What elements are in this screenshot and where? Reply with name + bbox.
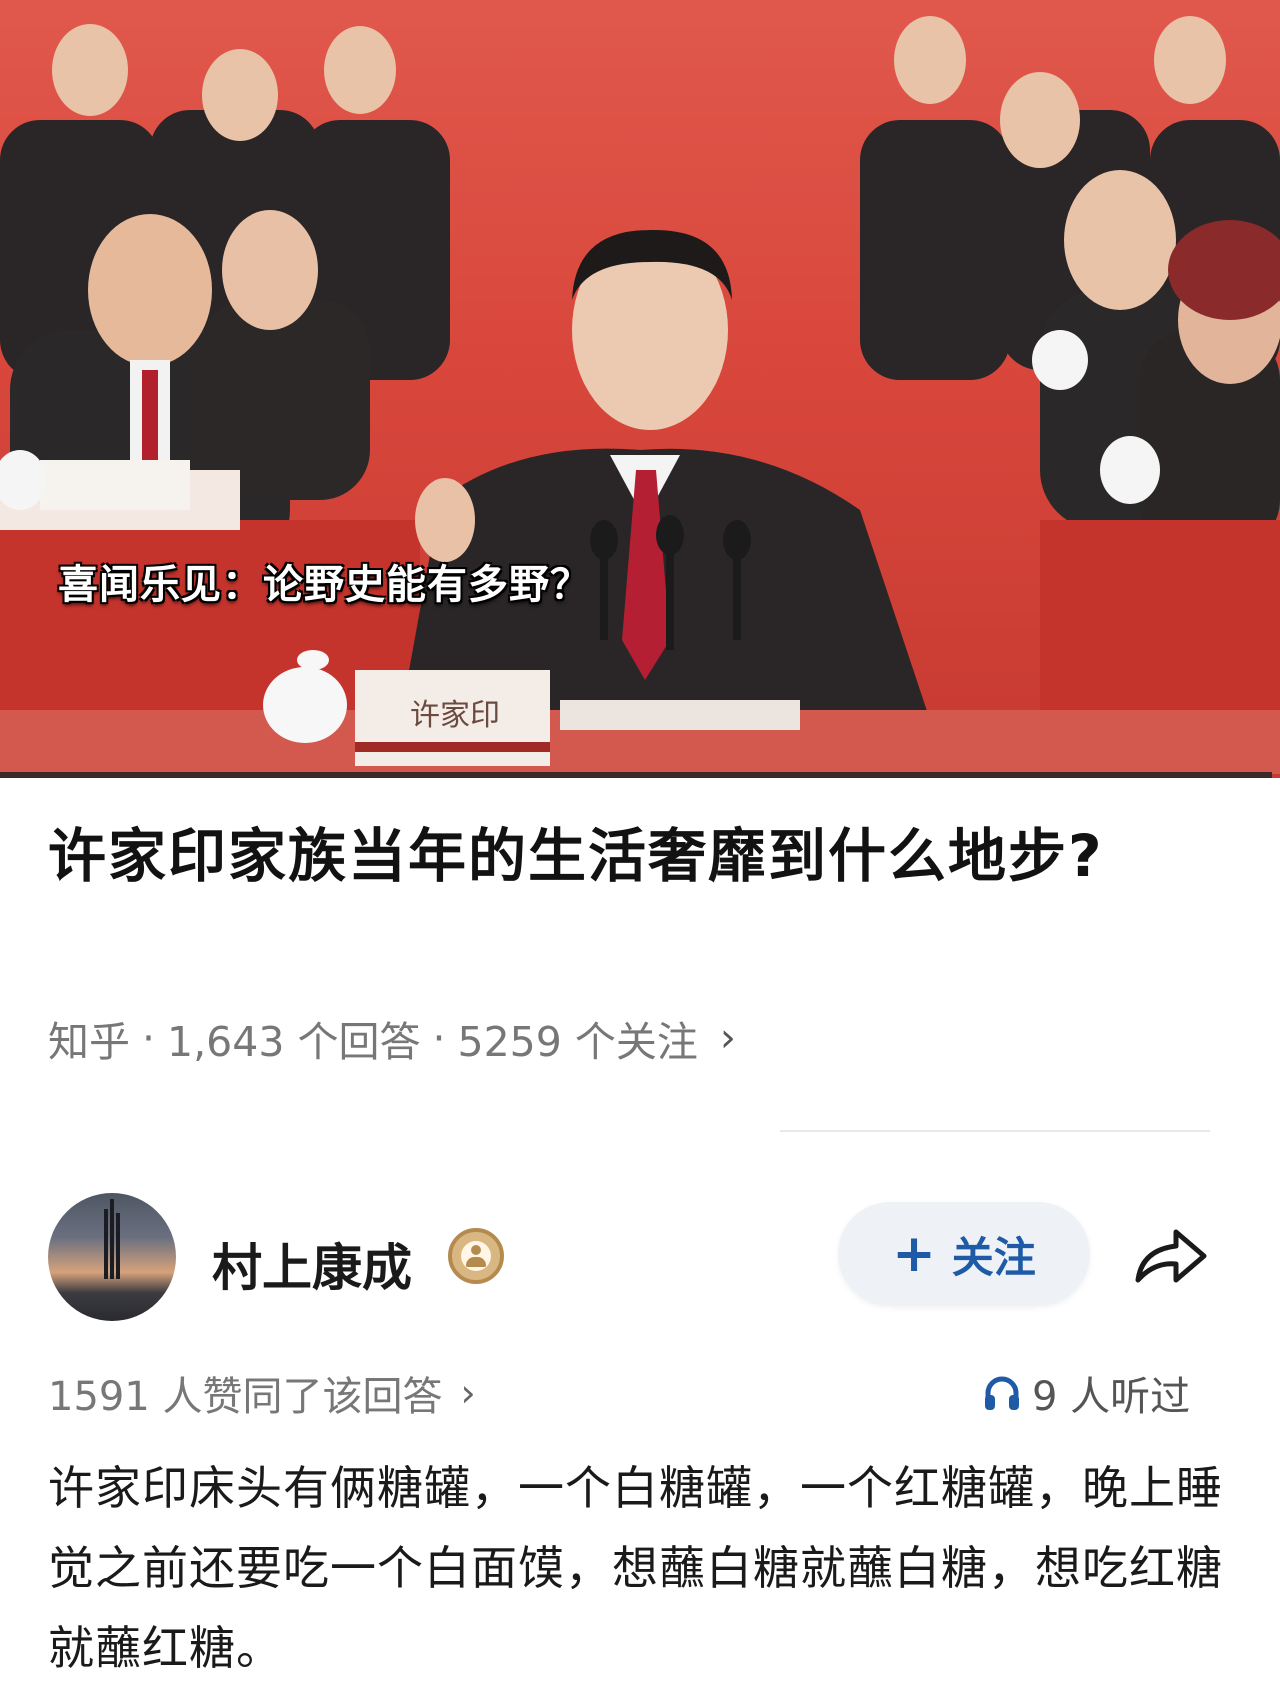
- answer-body[interactable]: 许家印床头有俩糖罐，一个白糖罐，一个红糖罐，晚上睡觉之前还要吃一个白面馍，想蘸白…: [48, 1448, 1238, 1688]
- headphones-icon: [985, 1376, 1019, 1410]
- answer-count: 1,643 个回答: [167, 1018, 421, 1066]
- listen-text: 9 人听过: [1032, 1374, 1191, 1420]
- meta-separator: ·: [432, 1014, 446, 1062]
- nameplate-label: 许家印: [410, 698, 500, 733]
- share-arrow-icon[interactable]: [1130, 1224, 1210, 1288]
- question-source: 知乎: [48, 1018, 130, 1066]
- question-meta[interactable]: 知乎 · 1,643 个回答 · 5259 个关注 ›: [48, 1008, 736, 1068]
- likes-count: 1591 人赞同了该回答: [48, 1374, 443, 1420]
- question-title[interactable]: 许家印家族当年的生活奢靡到什么地步?: [48, 806, 1178, 906]
- follow-button[interactable]: + 关注: [838, 1202, 1090, 1306]
- meta-separator: ·: [142, 1014, 156, 1062]
- follower-count: 5259 个关注: [457, 1018, 698, 1066]
- conference-photo: [0, 16, 1280, 774]
- monument-silhouette: [104, 1199, 120, 1279]
- author-name[interactable]: 村上康成: [212, 1228, 412, 1300]
- likes-summary[interactable]: 1591 人赞同了该回答 ›: [48, 1364, 476, 1422]
- plus-icon: +: [892, 1224, 936, 1284]
- user-badge-icon: [448, 1228, 504, 1284]
- avatar[interactable]: [48, 1193, 176, 1321]
- hero-caption: 喜闻乐见：论野史能有多野？: [58, 562, 591, 608]
- hero-divider: [0, 772, 1272, 778]
- chevron-right-icon: ›: [460, 1371, 476, 1415]
- section-divider: [780, 1130, 1210, 1132]
- listen-count[interactable]: 9 人听过: [982, 1364, 1190, 1422]
- hero-image[interactable]: 许家印 喜闻乐见：论野史能有多野？: [0, 0, 1280, 778]
- chevron-right-icon: ›: [719, 1015, 736, 1061]
- follow-label: 关注: [951, 1232, 1036, 1282]
